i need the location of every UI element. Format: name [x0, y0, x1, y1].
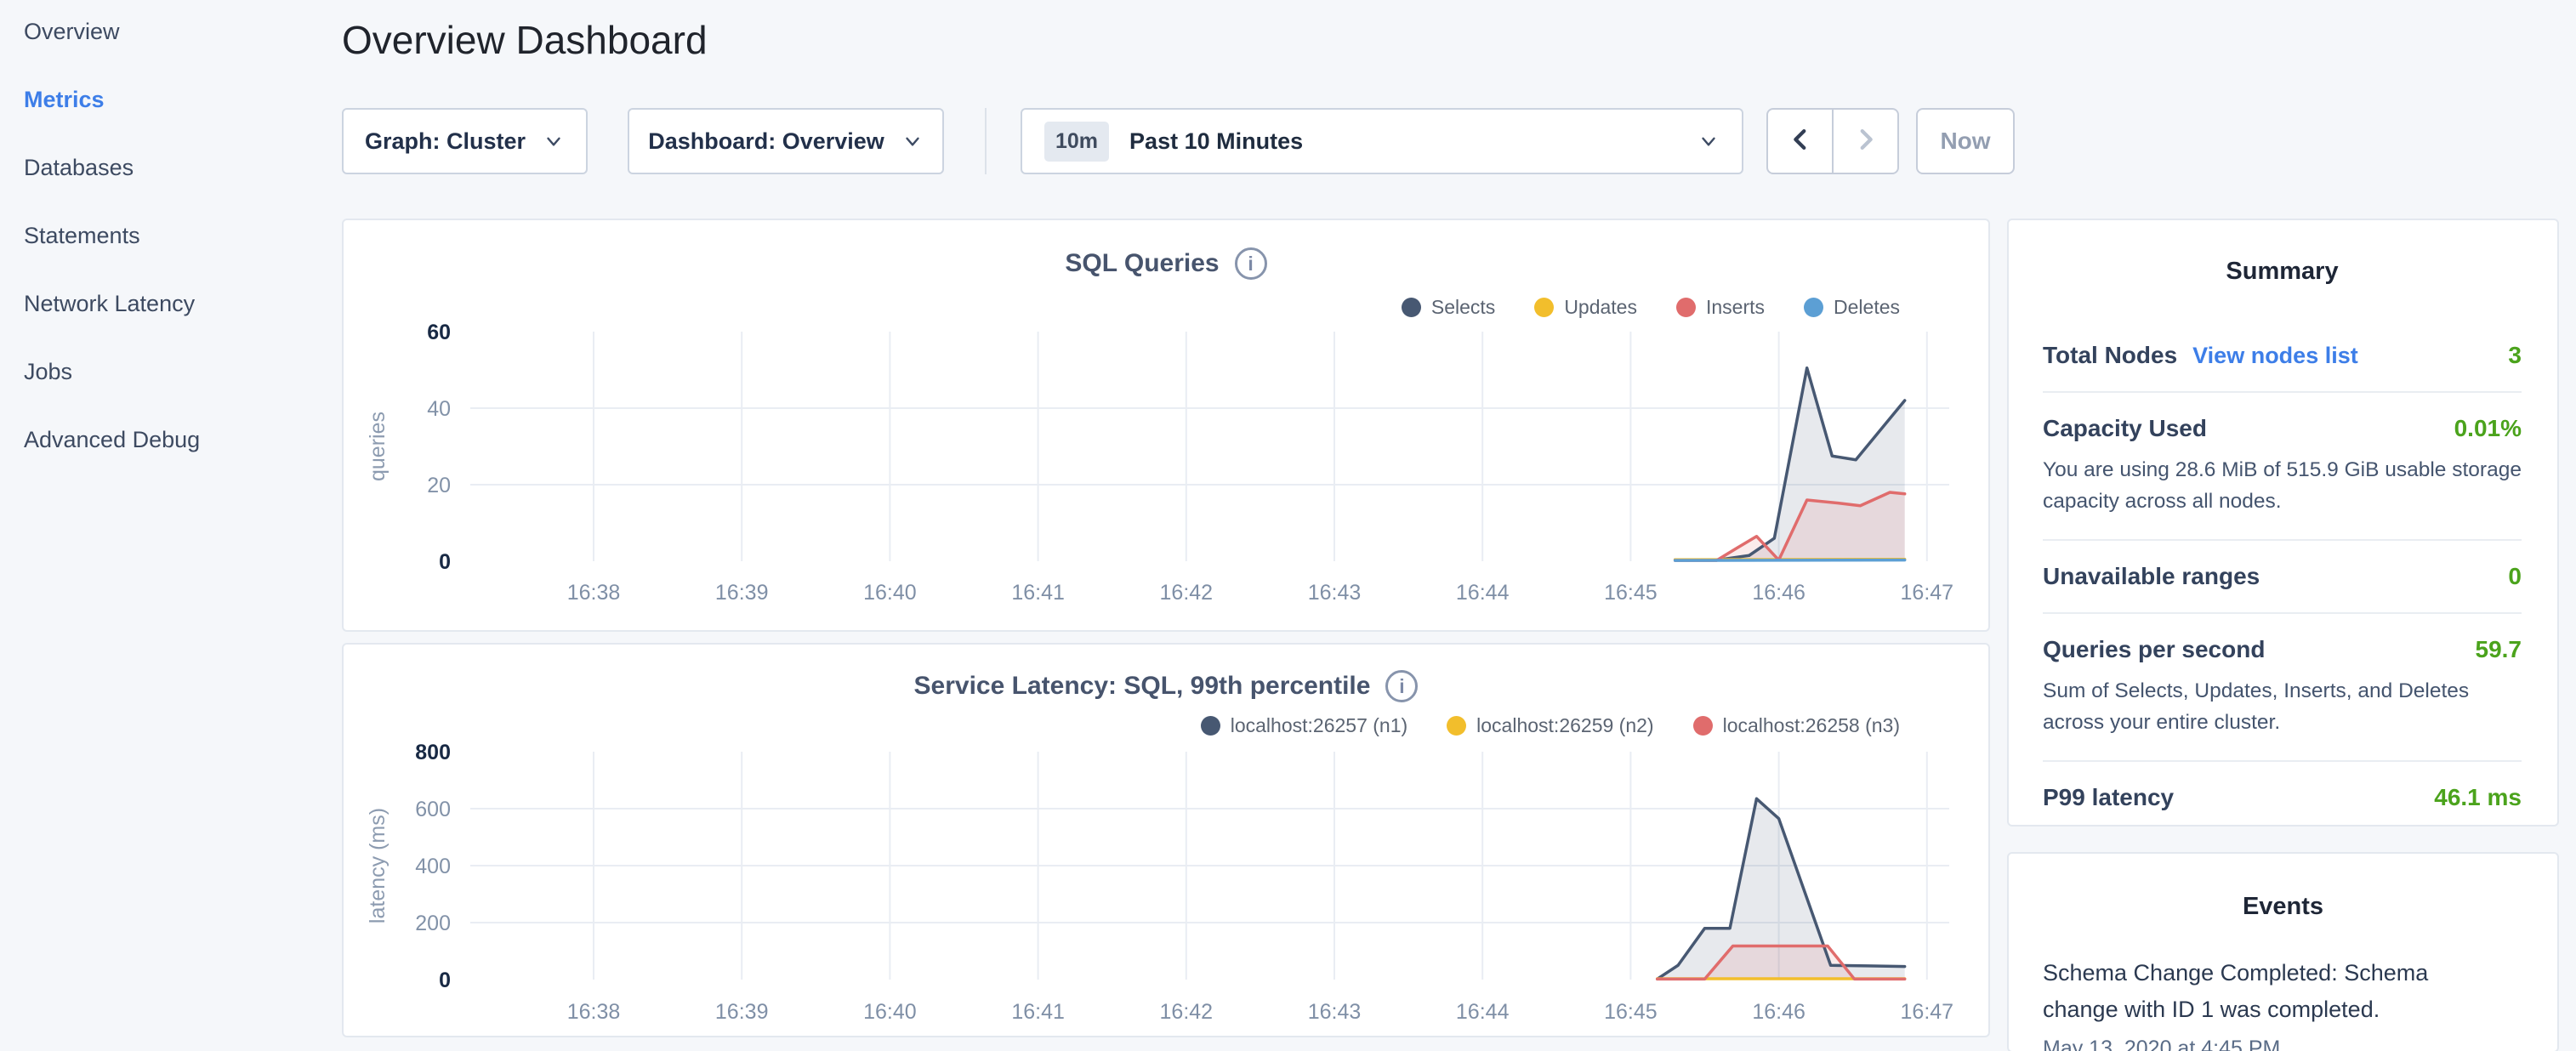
sidebar: Overview Metrics Databases Statements Ne…	[0, 0, 340, 1051]
summary-heading: Summary	[2043, 258, 2522, 286]
dashboard-dropdown[interactable]: Dashboard: Overview	[628, 108, 944, 174]
time-step-button-group	[1766, 108, 1899, 174]
y-tick-label: 20	[427, 474, 451, 497]
time-range-badge: 10m	[1044, 122, 1109, 162]
x-tick-label: 16:46	[1752, 1000, 1805, 1024]
time-range-dropdown[interactable]: 10m Past 10 Minutes	[1021, 108, 1743, 174]
p99-latency-label: P99 latency	[2043, 784, 2174, 811]
capacity-used-description: You are using 28.6 MiB of 515.9 GiB usab…	[2043, 454, 2522, 517]
chevron-right-icon	[1851, 125, 1880, 158]
view-nodes-list-link[interactable]: View nodes list	[2192, 343, 2358, 369]
x-tick-label: 16:40	[863, 581, 917, 605]
y-tick-label: 200	[415, 912, 451, 935]
x-tick-label: 16:47	[1901, 581, 1954, 605]
y-tick-label: 60	[427, 321, 451, 344]
sidebar-item-jobs[interactable]: Jobs	[24, 359, 340, 384]
x-tick-label: 16:42	[1160, 1000, 1214, 1024]
service-latency-chart-card: Service Latency: SQL, 99th percentile i …	[342, 643, 1990, 1037]
y-tick-label: 600	[415, 798, 451, 821]
summary-row-total-nodes: Total Nodes View nodes list 3	[2043, 320, 2522, 393]
total-nodes-label: Total Nodes	[2043, 342, 2177, 369]
next-timeframe-button[interactable]	[1832, 110, 1897, 173]
x-tick-label: 16:38	[567, 1000, 621, 1024]
sidebar-item-statements[interactable]: Statements	[24, 223, 340, 248]
x-tick-label: 16:41	[1011, 1000, 1065, 1024]
queries-per-second-description: Sum of Selects, Updates, Inserts, and De…	[2043, 675, 2522, 738]
time-range-label: Past 10 Minutes	[1129, 128, 1303, 155]
y-tick-label: 400	[415, 855, 451, 878]
chevron-left-icon	[1786, 125, 1815, 158]
sidebar-item-network-latency[interactable]: Network Latency	[24, 291, 340, 316]
x-tick-label: 16:44	[1456, 581, 1510, 605]
event-timestamp: May 13, 2020 at 4:45 PM	[2043, 1037, 2523, 1051]
capacity-used-value: 0.01%	[2454, 415, 2522, 442]
summary-panel: Summary Total Nodes View nodes list 3 Ca…	[2007, 219, 2559, 827]
sidebar-item-overview[interactable]: Overview	[24, 19, 340, 44]
x-tick-label: 16:41	[1011, 581, 1065, 605]
y-axis-label: queries	[366, 412, 390, 481]
y-tick-label: 0	[439, 969, 451, 992]
x-tick-label: 16:39	[715, 1000, 769, 1024]
summary-row-p99-latency: P99 latency 46.1 ms	[2043, 762, 2522, 833]
x-tick-label: 16:43	[1308, 581, 1362, 605]
capacity-used-label: Capacity Used	[2043, 415, 2207, 442]
previous-timeframe-button[interactable]	[1768, 110, 1832, 173]
x-tick-label: 16:42	[1160, 581, 1214, 605]
chevron-down-icon	[1697, 130, 1720, 152]
y-axis-label: latency (ms)	[366, 808, 390, 923]
summary-row-capacity: Capacity Used 0.01% You are using 28.6 M…	[2043, 393, 2522, 541]
sidebar-item-databases[interactable]: Databases	[24, 155, 340, 180]
unavailable-ranges-label: Unavailable ranges	[2043, 563, 2260, 590]
service-latency-chart[interactable]: 16:38 16:39 16:40 16:41 16:42 16:43 16:44 16:45…	[344, 645, 1992, 1039]
summary-row-qps: Queries per second 59.7 Sum of Selects, …	[2043, 614, 2522, 762]
x-tick-label: 16:44	[1456, 1000, 1510, 1024]
dashboard-label: Dashboard: Overview	[648, 128, 884, 155]
chevron-down-icon	[543, 130, 565, 152]
events-heading: Events	[2043, 893, 2523, 921]
graph-scope-dropdown[interactable]: Graph: Cluster	[342, 108, 588, 174]
page-title: Overview Dashboard	[342, 17, 708, 63]
x-tick-label: 16:40	[863, 1000, 917, 1024]
queries-per-second-label: Queries per second	[2043, 636, 2265, 663]
p99-latency-value: 46.1 ms	[2434, 784, 2522, 811]
now-button[interactable]: Now	[1916, 108, 2015, 174]
events-panel: Events Schema Change Completed: Schema c…	[2007, 852, 2559, 1051]
sql-queries-chart[interactable]: 16:38 16:39 16:40 16:41 16:42 16:43 16:44 16:45…	[344, 220, 1992, 633]
queries-per-second-value: 59.7	[2476, 636, 2522, 663]
controls-divider	[985, 108, 987, 174]
x-tick-label: 16:46	[1752, 581, 1805, 605]
graph-scope-label: Graph: Cluster	[365, 128, 526, 155]
x-tick-label: 16:43	[1308, 1000, 1362, 1024]
total-nodes-value: 3	[2508, 342, 2522, 369]
unavailable-ranges-value: 0	[2508, 563, 2522, 590]
x-tick-label: 16:45	[1604, 1000, 1658, 1024]
y-tick-label: 800	[415, 741, 451, 764]
x-tick-label: 16:39	[715, 581, 769, 605]
x-tick-label: 16:38	[567, 581, 621, 605]
sidebar-item-advanced-debug[interactable]: Advanced Debug	[24, 427, 340, 452]
sql-queries-chart-card: SQL Queries i SelectsUpdatesInsertsDelet…	[342, 219, 1990, 632]
chevron-down-icon	[901, 130, 924, 152]
sidebar-nav-list: Overview Metrics Databases Statements Ne…	[0, 0, 340, 452]
summary-row-unavailable-ranges: Unavailable ranges 0	[2043, 541, 2522, 614]
page: Overview Metrics Databases Statements Ne…	[0, 0, 2576, 1051]
event-message: Schema Change Completed: Schema change w…	[2043, 955, 2459, 1028]
y-tick-label: 40	[427, 397, 451, 421]
x-tick-label: 16:47	[1901, 1000, 1954, 1024]
sidebar-item-metrics[interactable]: Metrics	[24, 87, 340, 112]
x-tick-label: 16:45	[1604, 581, 1658, 605]
y-tick-label: 0	[439, 550, 451, 574]
